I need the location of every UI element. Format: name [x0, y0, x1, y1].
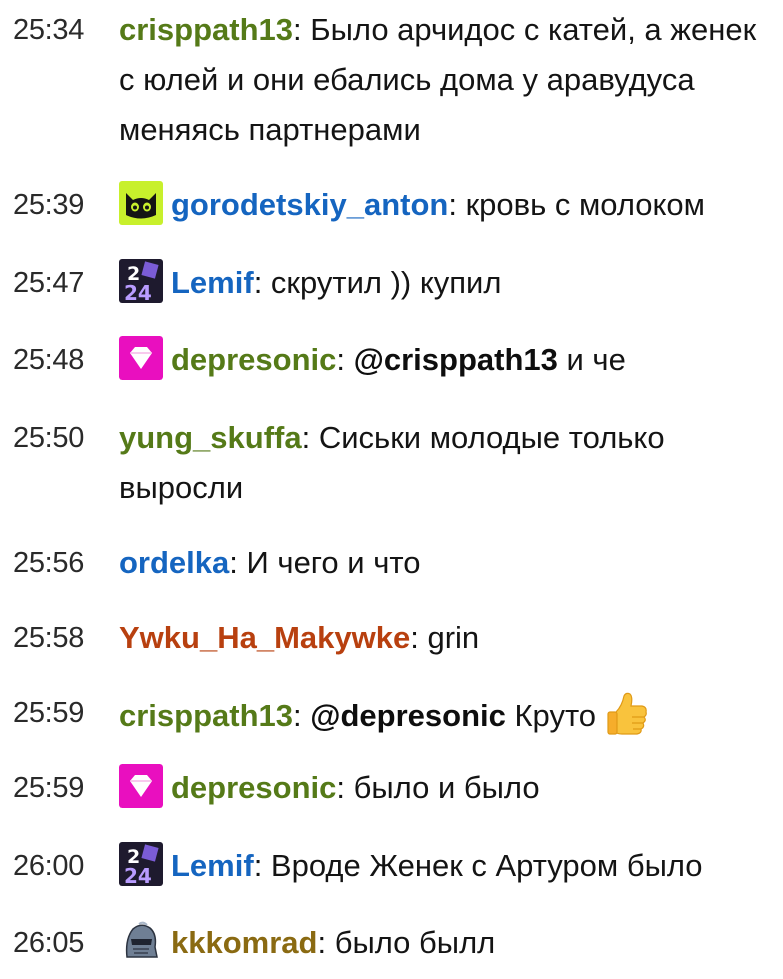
username[interactable]: crisppath13 — [119, 698, 293, 733]
username[interactable]: yung_skuffa — [119, 420, 302, 455]
message-timestamp: 25:48 — [13, 344, 85, 376]
username[interactable]: crisppath13 — [119, 12, 293, 47]
message-body: yung_skuffa: Сиськи молодые только вырос… — [119, 413, 774, 513]
message-timestamp: 25:47 — [13, 267, 85, 299]
mention[interactable]: @depresonic — [310, 698, 506, 733]
knight-badge-icon[interactable] — [119, 919, 163, 963]
separator: : — [410, 620, 419, 655]
message-timestamp: 26:05 — [13, 927, 85, 959]
username[interactable]: gorodetskiy_anton — [171, 187, 448, 222]
separator: : — [301, 420, 311, 455]
2024-badge-icon[interactable]: 2 24 — [119, 259, 163, 303]
username[interactable]: ordelka — [119, 545, 229, 580]
message-body: crisppath13: @depresonic Круто — [119, 688, 774, 741]
message-timestamp: 25:59 — [13, 772, 85, 804]
gem-badge-icon[interactable] — [119, 764, 163, 808]
separator: : — [336, 342, 346, 377]
separator: : — [293, 698, 302, 733]
message-body: ordelka: И чего и что — [119, 538, 774, 588]
separator: : — [293, 12, 302, 47]
message-text: кровь с молоком — [456, 187, 705, 222]
username[interactable]: Lemif — [171, 848, 254, 883]
message-body: depresonic: @crisppath13 и че — [119, 335, 774, 385]
message-body: depresonic: было и было — [119, 763, 774, 813]
message-text: скрутил )) купил — [262, 265, 502, 300]
message-text: и че — [557, 342, 626, 377]
message-body: 2 24 Lemif: Вроде Женек с Артуром было — [119, 841, 774, 891]
message-timestamp: 25:50 — [13, 422, 85, 454]
message-timestamp: 25:58 — [13, 622, 85, 654]
message-timestamp: 25:34 — [13, 14, 85, 46]
gem-badge-icon[interactable] — [119, 336, 163, 380]
message-text: grin — [418, 620, 480, 655]
message-body: gorodetskiy_anton: кровь с молоком — [119, 180, 774, 230]
username[interactable]: Ywku_Ha_Makywke — [119, 620, 410, 655]
username[interactable]: depresonic — [171, 770, 336, 805]
message-text: И чего и что — [237, 545, 421, 580]
message-timestamp: 25:56 — [13, 547, 85, 579]
username[interactable]: Lemif — [171, 265, 254, 300]
message-body: crisppath13: Было арчидос с катей, а жен… — [119, 5, 774, 155]
message-timestamp: 25:39 — [13, 189, 85, 221]
message-body: Ywku_Ha_Makywke: grin — [119, 613, 774, 663]
message-body: 2 24 Lemif: скрутил )) купил — [119, 258, 774, 308]
mention[interactable]: @crisppath13 — [354, 342, 558, 377]
separator: : — [336, 770, 346, 805]
message-text: было и было — [345, 770, 540, 805]
svg-text:24: 24 — [124, 281, 152, 303]
thumbs-up-emoji — [602, 688, 654, 740]
separator: : — [229, 545, 238, 580]
username[interactable]: depresonic — [171, 342, 336, 377]
message-text: Круто — [505, 698, 597, 733]
message-body: kkkomrad: было былл — [119, 918, 774, 968]
2024-badge-icon[interactable]: 2 24 — [119, 842, 163, 886]
separator: : — [317, 925, 327, 960]
separator: : — [448, 187, 457, 222]
svg-text:24: 24 — [124, 864, 152, 886]
message-text: Вроде Женек с Артуром было — [262, 848, 703, 883]
message-timestamp: 25:59 — [13, 697, 85, 729]
cat-badge-icon[interactable] — [119, 181, 163, 225]
username[interactable]: kkkomrad — [171, 925, 317, 960]
message-text: было былл — [326, 925, 496, 960]
message-timestamp: 26:00 — [13, 850, 85, 882]
